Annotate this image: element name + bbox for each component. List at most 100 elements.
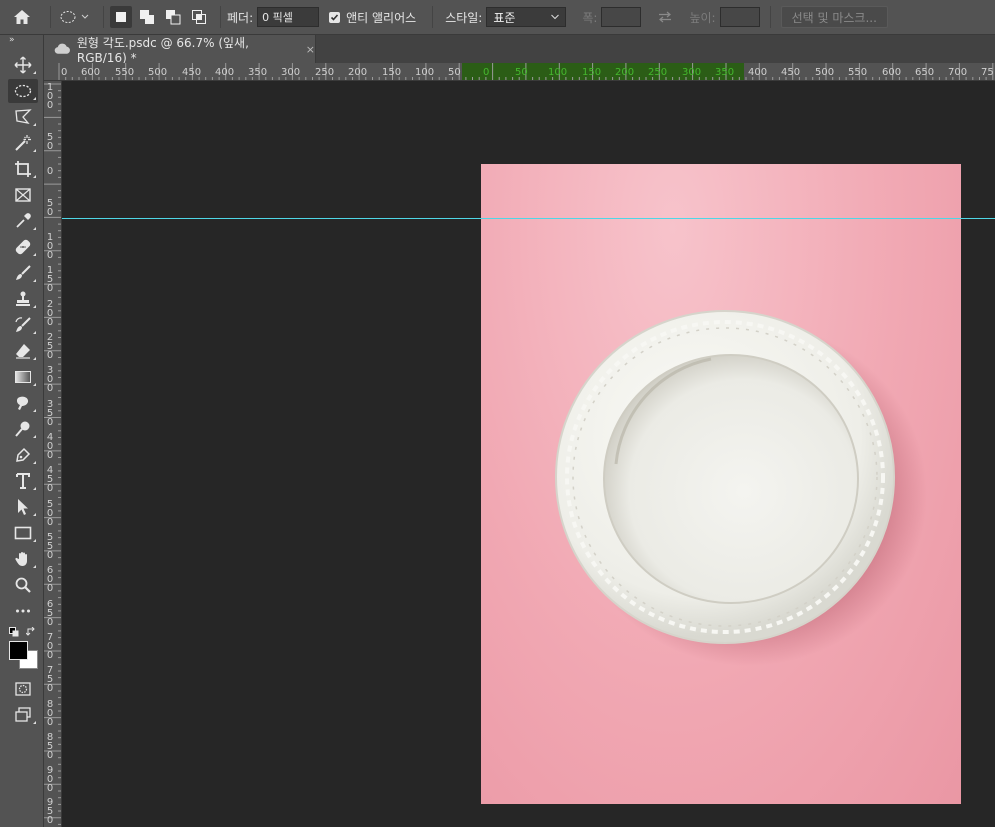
pen-tool[interactable] bbox=[8, 443, 38, 467]
antialias-checkbox[interactable] bbox=[329, 11, 341, 23]
dodge-tool[interactable] bbox=[8, 417, 38, 441]
white-plate-photo bbox=[555, 310, 927, 666]
quick-mask-button[interactable] bbox=[8, 677, 38, 701]
style-select[interactable]: 표준 bbox=[486, 7, 567, 27]
move-icon bbox=[14, 56, 32, 74]
smudge-finger-icon bbox=[16, 396, 29, 410]
close-tab-button[interactable]: × bbox=[306, 43, 315, 56]
ruler-label: 200 bbox=[348, 67, 368, 78]
lasso-tool[interactable] bbox=[8, 105, 38, 129]
eraser-tool[interactable] bbox=[8, 339, 38, 363]
rectangle-tool[interactable] bbox=[8, 521, 38, 545]
hand-icon bbox=[15, 552, 27, 566]
foreground-color-swatch[interactable] bbox=[9, 641, 28, 660]
document-title: 원형 각도.psdc @ 66.7% (잎새, RGB/16) * bbox=[76, 35, 249, 65]
eyedropper-icon bbox=[16, 213, 31, 228]
ruler-label: 5 0 bbox=[46, 198, 54, 218]
tool-group-indicator bbox=[33, 357, 36, 360]
ruler-label: 500 bbox=[148, 67, 168, 78]
feather-input[interactable]: 0 픽셀 bbox=[257, 7, 320, 27]
ruler-label: 300 bbox=[682, 67, 702, 78]
hand-tool[interactable] bbox=[8, 547, 38, 571]
ruler-label: 0 bbox=[483, 67, 490, 78]
ruler-label: 100 bbox=[415, 67, 435, 78]
screen-mode-button[interactable] bbox=[8, 703, 38, 727]
home-button[interactable] bbox=[0, 0, 44, 35]
zoom-tool[interactable] bbox=[8, 573, 38, 597]
crop-tool[interactable] bbox=[8, 157, 38, 181]
move-tool[interactable] bbox=[8, 53, 38, 77]
feather-label: 페더: bbox=[227, 10, 254, 25]
default-colors-icon[interactable] bbox=[9, 627, 19, 637]
magic-wand-icon bbox=[15, 135, 31, 151]
crop-icon bbox=[15, 161, 31, 177]
ruler-label: 6 0 0 bbox=[46, 565, 54, 594]
canvas-area[interactable] bbox=[62, 81, 995, 827]
type-tool[interactable] bbox=[8, 469, 38, 493]
magnifier-icon bbox=[15, 577, 31, 593]
ruler-label: 300 bbox=[281, 67, 301, 78]
select-and-mask-button[interactable]: 선택 및 마스크... bbox=[780, 6, 888, 28]
width-input[interactable] bbox=[601, 7, 642, 27]
smudge-tool[interactable] bbox=[8, 391, 38, 415]
magic-wand-tool[interactable] bbox=[8, 131, 38, 155]
ruler-label: 6 5 0 bbox=[46, 599, 54, 628]
frame-tool[interactable] bbox=[8, 183, 38, 207]
subtract-selection-icon bbox=[166, 10, 181, 25]
gradient-tool[interactable] bbox=[8, 365, 38, 389]
collapse-panel-button[interactable]: » bbox=[0, 35, 43, 47]
tool-group-indicator bbox=[33, 565, 36, 568]
horizontal-ruler[interactable]: 0 600 550 500 450 400 350 300 250 200 15… bbox=[44, 63, 995, 81]
separator bbox=[50, 6, 51, 28]
tool-group-indicator bbox=[33, 435, 36, 438]
new-selection-icon bbox=[116, 12, 126, 22]
horizontal-guide-line[interactable] bbox=[62, 218, 995, 219]
new-selection-button[interactable] bbox=[110, 6, 132, 28]
ruler-label: 500 bbox=[815, 67, 835, 78]
ruler-label: 1 0 0 bbox=[46, 232, 54, 261]
elliptical-marquee-tool[interactable] bbox=[8, 79, 38, 103]
tool-group-indicator bbox=[33, 175, 36, 178]
add-to-selection-button[interactable] bbox=[136, 6, 158, 28]
ruler-label: 9 0 0 bbox=[46, 765, 54, 794]
stamp-icon bbox=[16, 291, 30, 306]
ruler-label: 200 bbox=[615, 67, 635, 78]
swap-width-height-button[interactable] bbox=[657, 11, 673, 23]
history-brush-tool[interactable] bbox=[8, 313, 38, 337]
ruler-label: 5 0 bbox=[46, 132, 54, 152]
healing-brush-tool[interactable] bbox=[8, 235, 38, 259]
ruler-label: 0 bbox=[46, 166, 54, 177]
eyedropper-tool[interactable] bbox=[8, 209, 38, 233]
antialias-label: 앤티 앨리어스 bbox=[346, 10, 417, 25]
clone-stamp-tool[interactable] bbox=[8, 287, 38, 311]
height-input[interactable] bbox=[719, 7, 760, 27]
document-tab[interactable]: 원형 각도.psdc @ 66.7% (잎새, RGB/16) * × bbox=[44, 35, 316, 65]
elliptical-marquee-icon bbox=[60, 11, 89, 23]
ruler-label: 8 0 0 bbox=[46, 699, 54, 728]
brush-tool[interactable] bbox=[8, 261, 38, 285]
ruler-label: 600 bbox=[81, 67, 101, 78]
dodge-icon bbox=[15, 421, 30, 437]
rectangle-icon bbox=[14, 526, 32, 540]
path-selection-tool[interactable] bbox=[8, 495, 38, 519]
subtract-from-selection-button[interactable] bbox=[162, 6, 184, 28]
document-image[interactable] bbox=[481, 164, 961, 804]
width-label: 폭: bbox=[582, 10, 598, 25]
tool-group-indicator bbox=[33, 409, 36, 412]
tool-group-indicator bbox=[33, 305, 36, 308]
home-icon bbox=[14, 10, 30, 24]
ruler-label: 50 bbox=[515, 67, 528, 78]
ruler-label: 100 bbox=[548, 67, 568, 78]
style-label: 스타일: bbox=[445, 10, 483, 25]
gradient-icon bbox=[15, 371, 31, 383]
tool-preset-picker[interactable] bbox=[57, 6, 93, 28]
intersect-selection-button[interactable] bbox=[188, 6, 210, 28]
ruler-label: 75 bbox=[981, 67, 994, 78]
edit-toolbar-button[interactable] bbox=[8, 599, 38, 623]
vertical-ruler[interactable]: 1 0 0 5 0 0 5 0 1 0 0 1 5 0 2 0 0 2 5 0 … bbox=[44, 81, 62, 827]
tool-group-indicator bbox=[33, 721, 36, 724]
ruler-label: 1 5 0 bbox=[46, 265, 54, 294]
swap-colors-icon[interactable] bbox=[26, 627, 36, 637]
tool-group-indicator bbox=[33, 331, 36, 334]
ruler-label: 4 0 0 bbox=[46, 432, 54, 461]
